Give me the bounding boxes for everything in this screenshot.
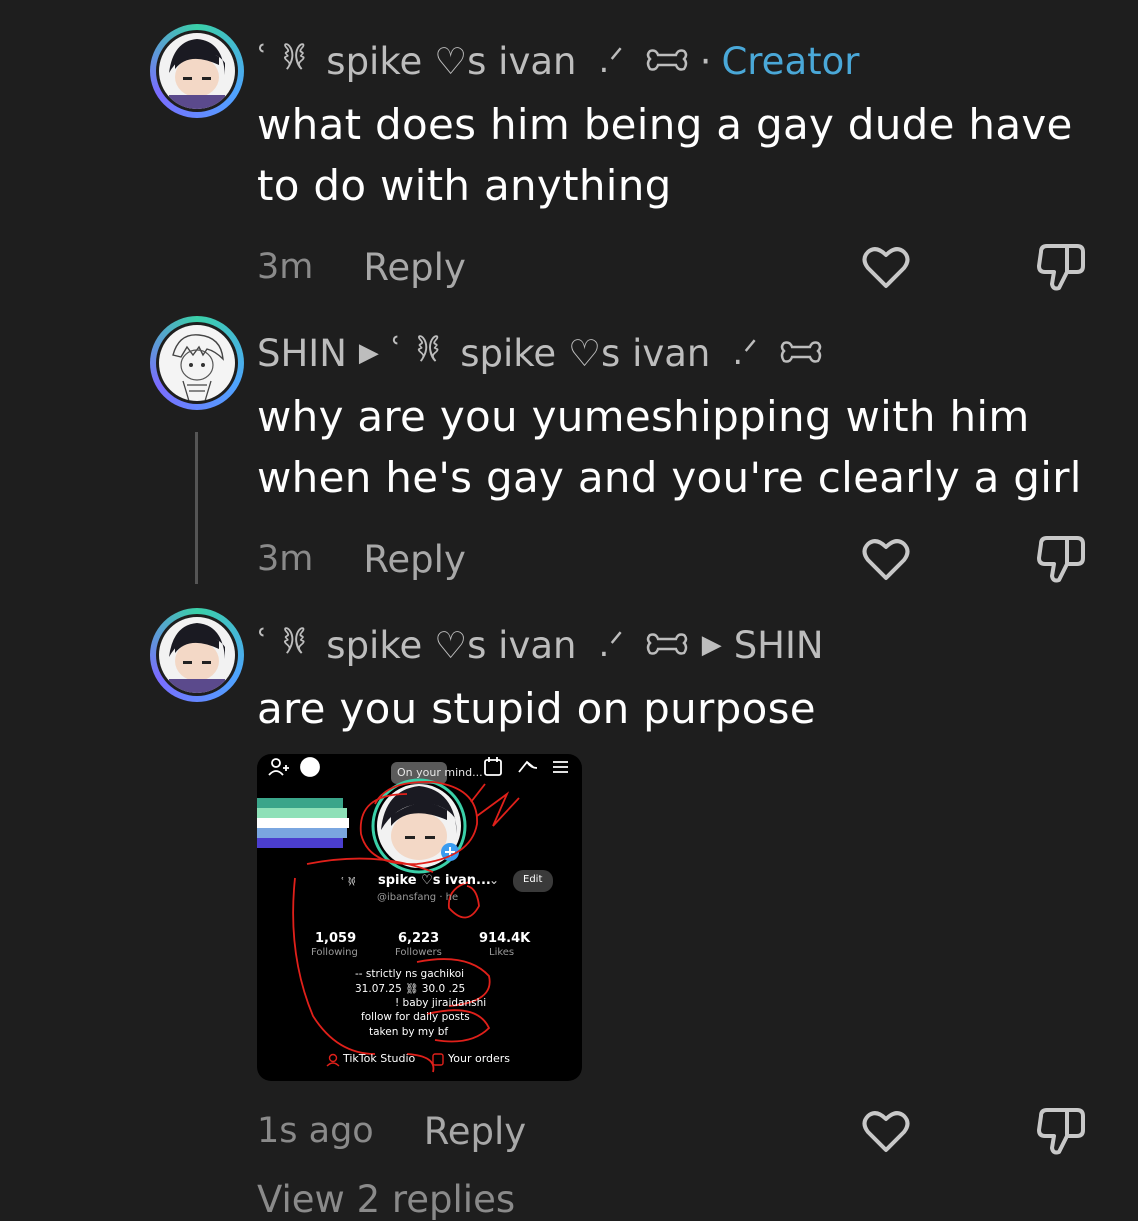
avatar[interactable] — [150, 24, 244, 118]
dislike-icon[interactable] — [1033, 532, 1087, 586]
comment-header: ʿ 𐦍 spike ♡s ivan .ᐟ · Creator — [257, 38, 860, 83]
comment-header: SHIN ▶ ʿ 𐦍 spike ♡s ivan .ᐟ — [257, 328, 824, 378]
dislike-icon[interactable] — [1033, 240, 1087, 294]
profile-handle: @ibansfang · he — [377, 892, 459, 903]
stat-label: Following — [311, 947, 358, 958]
timestamp: 3m — [257, 539, 314, 579]
comment-meta: 1s ago Reply — [257, 1101, 526, 1161]
avatar[interactable] — [150, 316, 244, 410]
author-suffix: .ᐟ — [598, 41, 624, 81]
reply-button[interactable]: Reply — [363, 538, 465, 581]
reply-arrow-icon: ▶ — [701, 630, 722, 660]
reply-button[interactable]: Reply — [424, 1110, 526, 1153]
avatar-image — [159, 33, 235, 109]
author-suffix: .ᐟ — [598, 625, 624, 665]
comment-meta: 3m Reply — [257, 237, 466, 297]
avatar-image — [159, 617, 235, 693]
bio-line: ! baby jiraidanshi — [395, 997, 487, 1009]
reply-button[interactable]: Reply — [363, 246, 465, 289]
author-suffix: .ᐟ — [732, 333, 758, 373]
edit-button: Edit — [523, 874, 543, 885]
stat-value: 914.4K — [479, 931, 531, 946]
story-tooltip: On your mind... — [397, 766, 483, 779]
orders-link: Your orders — [448, 1052, 511, 1065]
author-decoration: ʿ 𐦍 — [257, 38, 309, 78]
bio-line: taken by my bf — [369, 1026, 449, 1038]
bio-line: 31.07.25 ⛓ 30.0 .25 — [355, 983, 466, 995]
creator-badge: Creator — [721, 39, 860, 83]
heart-icon[interactable] — [860, 241, 912, 293]
bone-icon — [780, 341, 821, 363]
comment-header: ʿ 𐦍 spike ♡s ivan .ᐟ ▶ SHIN — [257, 620, 824, 670]
comment-meta: 3m Reply — [257, 529, 466, 589]
comment-text: are you stupid on purpose — [257, 684, 816, 733]
attached-image[interactable]: On your mind... ʿ 𐦍 spike ♡s ivan... ⌄ E… — [257, 754, 582, 1081]
author-decoration: ʿ 𐦍 — [390, 330, 443, 370]
stat-value: 1,059 — [315, 931, 357, 946]
stat-value: 6,223 — [398, 931, 440, 946]
profile-decoration: ʿ 𐦍 — [341, 875, 356, 888]
chevron-down-icon: ⌄ — [489, 873, 500, 887]
author-decoration: ʿ 𐦍 — [257, 622, 309, 662]
avatar[interactable] — [150, 608, 244, 702]
timestamp: 1s ago — [257, 1111, 374, 1151]
bio-line: follow for daily posts — [361, 1011, 470, 1023]
bio-line: -- strictly ns gachikoi — [355, 968, 465, 980]
profile-username: spike ♡s ivan... — [378, 873, 491, 888]
reply-to-name[interactable]: spike ♡s ivan — [460, 332, 710, 375]
stat-label: Followers — [395, 947, 442, 958]
author-name[interactable]: SHIN — [257, 332, 347, 375]
heart-icon[interactable] — [860, 1105, 912, 1157]
bone-icon — [646, 633, 687, 655]
reply-arrow-icon: ▶ — [358, 338, 379, 368]
author-name[interactable]: spike ♡s ivan — [326, 624, 576, 667]
comment-text: why are you yumeshipping with him when h… — [257, 392, 1082, 502]
avatar-image — [159, 325, 235, 401]
author-name[interactable]: spike ♡s ivan — [326, 40, 576, 83]
reply-to-name[interactable]: SHIN — [734, 624, 824, 667]
thread-line — [195, 432, 198, 584]
bone-icon — [646, 49, 687, 71]
comment-text: what does him being a gay dude have to d… — [257, 100, 1073, 210]
studio-link: TikTok Studio — [343, 1052, 416, 1065]
timestamp: 3m — [257, 247, 314, 287]
dislike-icon[interactable] — [1033, 1104, 1087, 1158]
stat-label: Likes — [489, 947, 515, 958]
heart-icon[interactable] — [860, 533, 912, 585]
